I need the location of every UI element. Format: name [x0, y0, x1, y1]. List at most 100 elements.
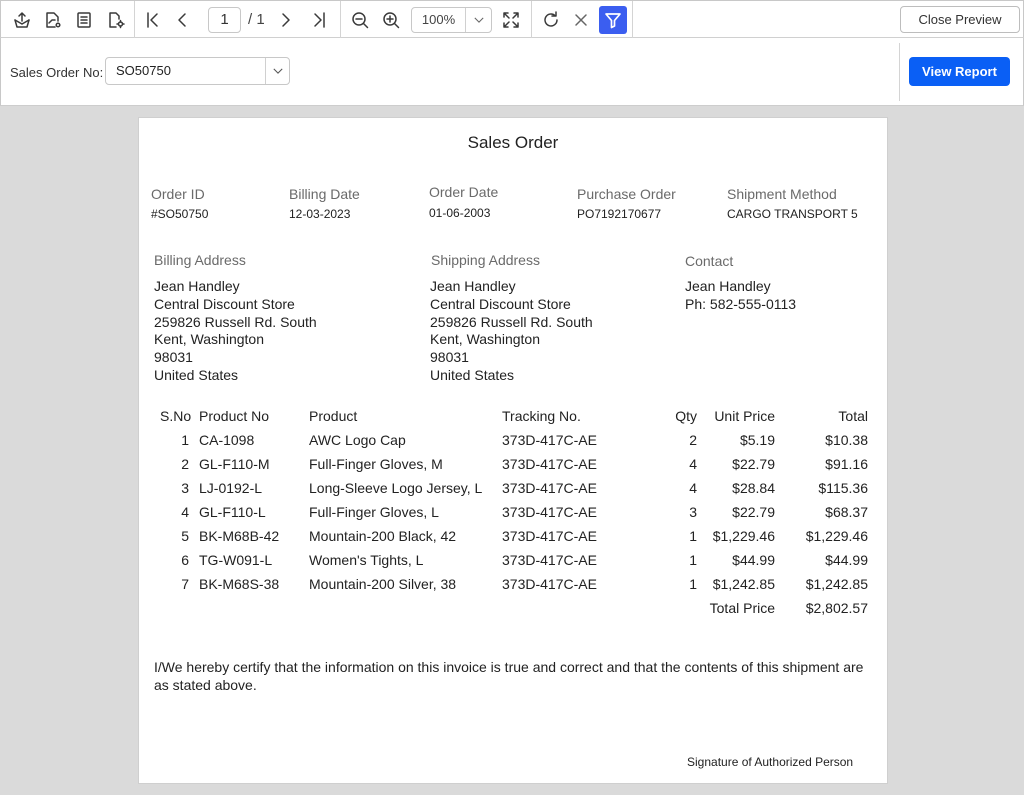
cell-total: $1,229.46 — [805, 528, 868, 544]
sales-order-label: Sales Order No: — [10, 65, 104, 80]
report-page: Sales Order Order ID #SO50750 Billing Da… — [138, 117, 888, 784]
order-id-label: Order ID — [151, 186, 205, 202]
cell-unit-price: $28.84 — [732, 480, 775, 496]
zoom-out-icon — [352, 12, 369, 29]
cell-product: AWC Logo Cap — [309, 432, 406, 448]
shipping-address: Jean Handley Central Discount Store 2598… — [430, 278, 593, 385]
column-header-qty: Qty — [675, 408, 697, 424]
address-line: Central Discount Store — [430, 295, 571, 312]
cell-product: Long-Sleeve Logo Jersey, L — [309, 480, 483, 496]
close-preview-button[interactable]: Close Preview — [900, 6, 1020, 33]
cell-product-no: GL-F110-M — [199, 456, 270, 472]
cell-sno: 6 — [181, 552, 189, 568]
zoom-dropdown-toggle[interactable] — [466, 8, 491, 32]
cell-tracking-no: 373D-417C-AE — [502, 528, 597, 544]
cell-unit-price: $22.79 — [732, 456, 775, 472]
purchase-order-label: Purchase Order — [577, 186, 676, 202]
last-page-button[interactable] — [306, 7, 332, 33]
cell-qty: 1 — [689, 552, 697, 568]
sales-order-value: SO50750 — [116, 63, 171, 78]
document-icon — [77, 12, 91, 28]
address-line: 259826 Russell Rd. South — [430, 313, 593, 330]
chevron-right-icon — [282, 13, 290, 27]
zoom-in-icon — [383, 12, 400, 29]
sales-order-dropdown[interactable]: SO50750 — [105, 57, 290, 85]
order-date-label: Order Date — [429, 184, 499, 200]
shipment-method-value: CARGO TRANSPORT 5 — [727, 207, 858, 221]
shipping-address-label: Shipping Address — [431, 252, 540, 268]
document-map-button[interactable] — [71, 7, 97, 33]
cell-total: $115.36 — [818, 480, 868, 496]
cell-tracking-no: 373D-417C-AE — [502, 456, 597, 472]
cell-total: $1,242.85 — [805, 576, 868, 592]
sales-order-dropdown-toggle[interactable] — [265, 58, 289, 84]
cell-product: Full-Finger Gloves, M — [309, 456, 443, 472]
cell-sno: 3 — [181, 480, 189, 496]
first-page-button[interactable] — [140, 7, 166, 33]
cell-sno: 2 — [181, 456, 189, 472]
page-number-input[interactable]: 1 — [208, 7, 241, 33]
cell-unit-price: $1,242.85 — [712, 576, 775, 592]
address-line: Jean Handley — [430, 278, 516, 294]
zoom-level-dropdown[interactable]: 100% — [411, 7, 492, 33]
total-price-value: $2,802.57 — [805, 600, 868, 616]
column-header-product: Product — [309, 408, 358, 424]
last-page-icon — [314, 12, 325, 28]
order-id-value: #SO50750 — [151, 207, 209, 221]
cell-product-no: BK-M68B-42 — [199, 528, 280, 544]
export-button[interactable] — [9, 7, 35, 33]
cell-total: $68.37 — [825, 504, 868, 520]
cell-product: Mountain-200 Black, 42 — [309, 528, 457, 544]
cell-tracking-no: 373D-417C-AE — [502, 504, 597, 520]
cell-product: Mountain-200 Silver, 38 — [309, 576, 457, 592]
contact-phone: Ph: 582-555-0113 — [685, 295, 797, 312]
cell-qty: 1 — [689, 576, 697, 592]
cell-qty: 2 — [689, 432, 697, 448]
cell-product-no: TG-W091-L — [199, 552, 273, 568]
previous-page-button[interactable] — [169, 7, 195, 33]
column-header-tracking-no: Tracking No. — [502, 408, 581, 424]
cell-sno: 1 — [181, 432, 189, 448]
zoom-in-button[interactable] — [378, 7, 404, 33]
first-page-icon — [147, 12, 158, 28]
zoom-level-value: 100% — [412, 8, 466, 32]
contact-label: Contact — [685, 253, 734, 269]
cell-total: $10.38 — [825, 432, 868, 448]
page-setup-icon — [46, 12, 61, 28]
column-header-total: Total — [838, 408, 868, 424]
cell-product-no: GL-F110-L — [199, 504, 266, 520]
cell-unit-price: $44.99 — [732, 552, 775, 568]
cell-sno: 7 — [181, 576, 189, 592]
cell-total: $91.16 — [825, 456, 868, 472]
parameter-divider — [899, 43, 900, 101]
cell-qty: 3 — [689, 504, 697, 520]
address-line: Central Discount Store — [154, 295, 295, 312]
signature-label: Signature of Authorized Person — [687, 755, 854, 769]
parameters-filter-button[interactable] — [599, 6, 627, 34]
address-line: 98031 — [154, 349, 193, 366]
zoom-out-button[interactable] — [347, 7, 373, 33]
refresh-button[interactable] — [538, 7, 564, 33]
purchase-order-value: PO7192170677 — [577, 207, 662, 221]
export-icon — [14, 12, 30, 28]
cell-qty: 4 — [689, 480, 697, 496]
cell-tracking-no: 373D-417C-AE — [502, 576, 597, 592]
cell-unit-price: $5.19 — [739, 432, 775, 448]
print-setup-button[interactable] — [40, 7, 66, 33]
page-settings-icon — [109, 12, 125, 29]
chevron-down-icon — [473, 17, 484, 23]
stop-button[interactable] — [568, 7, 594, 33]
page-settings-button[interactable] — [103, 7, 129, 33]
cell-product-no: CA-1098 — [199, 432, 255, 448]
fit-page-button[interactable] — [498, 7, 524, 33]
view-report-button[interactable]: View Report — [909, 57, 1010, 86]
toolbar-separator — [632, 1, 633, 38]
contact-info: Jean Handley Ph: 582-555-0113 — [685, 278, 796, 314]
billing-date-label: Billing Date — [289, 186, 360, 202]
toolbar-separator — [134, 1, 135, 38]
close-icon — [575, 14, 587, 26]
next-page-button[interactable] — [273, 7, 299, 33]
report-title: Sales Order — [467, 133, 559, 152]
address-line: Kent, Washington — [430, 331, 540, 348]
page-total: / 1 — [248, 11, 265, 28]
